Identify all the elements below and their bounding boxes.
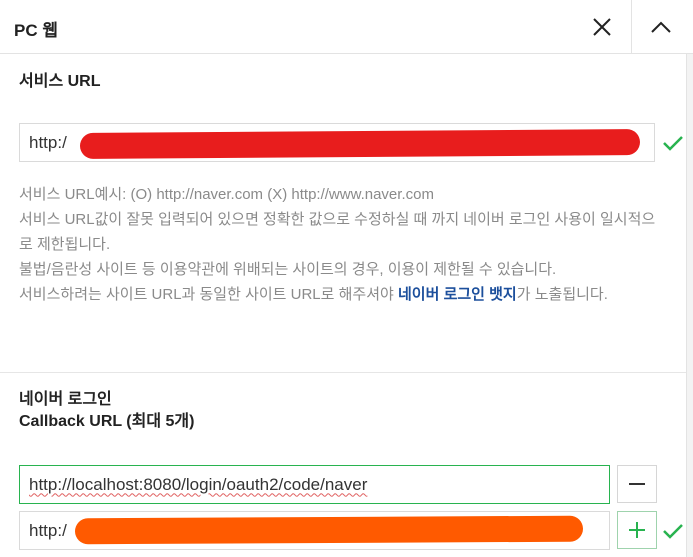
callback-url-input-2[interactable]: http:/ bbox=[19, 511, 610, 550]
callback-title-line1: 네이버 로그인 bbox=[19, 391, 112, 408]
service-url-input[interactable]: http:/ bbox=[19, 123, 655, 162]
service-url-title: 서비스 URL bbox=[19, 73, 101, 90]
help-line-badge: 서비스하려는 사이트 URL과 동일한 사이트 URL로 해주셔야 네이버 로그… bbox=[19, 282, 659, 307]
panel-header: PC 웹 bbox=[0, 0, 693, 54]
redaction-mark bbox=[79, 129, 641, 159]
callback-url-section: 네이버 로그인 Callback URL (최대 5개) http://loca… bbox=[0, 374, 686, 557]
panel-scroll-edge bbox=[686, 54, 693, 557]
plus-icon bbox=[629, 522, 645, 538]
redaction-mark bbox=[74, 515, 584, 545]
page-title: PC 웹 bbox=[14, 21, 58, 40]
help-line-illegal: 불법/음란성 사이트 등 이용약관에 위배되는 사이트의 경우, 이용이 제한될… bbox=[19, 261, 557, 278]
callback-url-input-1[interactable]: http://localhost:8080/login/oauth2/code/… bbox=[19, 465, 610, 504]
help-line-restriction: 서비스 URL값이 잘못 입력되어 있으면 정확한 값으로 수정하실 때 까지 … bbox=[19, 211, 656, 253]
help-line-example: 서비스 URL예시: (O) http://naver.com (X) http… bbox=[19, 186, 434, 203]
add-callback-button[interactable] bbox=[617, 511, 657, 549]
callback-title-line2: Callback URL (최대 5개) bbox=[19, 413, 195, 430]
collapse-button[interactable] bbox=[631, 0, 689, 54]
chevron-up-icon bbox=[650, 21, 671, 33]
close-icon bbox=[593, 18, 611, 36]
help-badge-prefix: 서비스하려는 사이트 URL과 동일한 사이트 URL로 해주셔야 bbox=[19, 286, 398, 303]
service-url-help: 서비스 URL예시: (O) http://naver.com (X) http… bbox=[19, 182, 659, 307]
service-url-value: http:/ bbox=[29, 132, 67, 152]
callback-title: 네이버 로그인 Callback URL (최대 5개) bbox=[19, 389, 194, 433]
callback-url-1-value: http://localhost:8080/login/oauth2/code/… bbox=[29, 474, 368, 494]
naver-login-badge-text: 네이버 로그인 뱃지 bbox=[398, 286, 517, 303]
remove-callback-button[interactable] bbox=[617, 465, 657, 503]
minus-icon bbox=[629, 483, 645, 485]
help-badge-suffix: 가 노출됩니다. bbox=[516, 286, 608, 303]
service-url-section: 서비스 URL http:/ 서비스 URL예시: (O) http://nav… bbox=[0, 54, 686, 373]
callback-url-2-value: http:/ bbox=[29, 520, 67, 540]
close-button[interactable] bbox=[573, 0, 631, 54]
check-icon bbox=[663, 136, 683, 151]
check-icon bbox=[663, 524, 683, 539]
